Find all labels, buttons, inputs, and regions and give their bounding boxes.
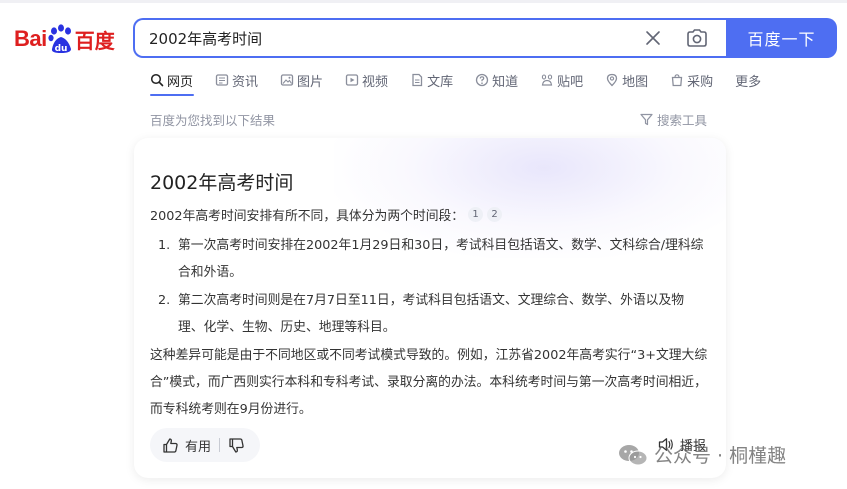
intro-text: 2002年高考时间安排有所不同，具体分为两个时间段： bbox=[150, 209, 465, 224]
wechat-watermark: 公众号 · 桐槿趣 bbox=[618, 441, 786, 468]
tab-tieba[interactable]: 贴吧 bbox=[540, 68, 583, 92]
paw-icon: du bbox=[48, 24, 74, 54]
search-icon bbox=[150, 73, 164, 87]
watermark-text: 公众号 · 桐槿趣 bbox=[654, 445, 787, 467]
feedback-bar: 有用 bbox=[150, 428, 260, 462]
tab-label: 更多 bbox=[735, 74, 762, 90]
not-useful-button[interactable] bbox=[228, 437, 245, 454]
search-tools-button[interactable]: 搜索工具 bbox=[640, 110, 707, 129]
wechat-icon bbox=[619, 444, 648, 465]
result-count-hint: 百度为您找到以下结果 bbox=[150, 113, 276, 128]
tab-label: 文库 bbox=[427, 74, 454, 90]
tab-images[interactable]: 图片 bbox=[280, 68, 323, 92]
tab-label: 网页 bbox=[167, 74, 194, 90]
baidu-logo[interactable]: Bai du 百度 bbox=[14, 22, 115, 56]
logo-text-bai: Bai bbox=[14, 26, 47, 51]
thumbs-down-icon bbox=[229, 437, 244, 453]
tab-wenku[interactable]: 文库 bbox=[410, 68, 453, 92]
shopping-icon bbox=[670, 73, 684, 87]
tab-label: 采购 bbox=[687, 74, 714, 90]
answer-title: 2002年高考时间 bbox=[150, 172, 294, 194]
divider bbox=[219, 438, 221, 452]
tab-label: 资讯 bbox=[232, 74, 259, 90]
close-icon[interactable] bbox=[643, 28, 663, 48]
useful-label: 有用 bbox=[185, 439, 212, 455]
list-text: 第二次高考时间则是在7月7日至11日，考试科目包括语文、文理综合、数学、外语以及… bbox=[178, 293, 685, 335]
search-tabs: 网页 资讯 图片 视频 文库 知道 贴吧 地图 采购 更多 bbox=[150, 68, 783, 96]
image-icon bbox=[280, 73, 294, 87]
list-item: 1. 第一次高考时间安排在2002年1月29日和30日，考试科目包括语文、数学、… bbox=[150, 232, 710, 286]
tab-label: 地图 bbox=[622, 74, 649, 90]
tab-purchase[interactable]: 采购 bbox=[670, 68, 713, 92]
search-button[interactable]: 百度一下 bbox=[726, 18, 837, 58]
tab-web[interactable]: 网页 bbox=[150, 68, 193, 92]
tab-zhidao[interactable]: 知道 bbox=[475, 68, 518, 92]
thumbs-up-icon bbox=[163, 437, 178, 453]
list-number: 1. bbox=[158, 238, 171, 253]
top-border bbox=[0, 0, 847, 3]
answer-intro: 2002年高考时间安排有所不同，具体分为两个时间段： 1 2 bbox=[150, 205, 503, 224]
svg-text:du: du bbox=[54, 44, 67, 54]
citation-badge[interactable]: 2 bbox=[487, 207, 503, 222]
video-icon bbox=[345, 73, 359, 87]
camera-icon[interactable] bbox=[685, 27, 709, 49]
tieba-icon bbox=[540, 73, 554, 87]
question-icon bbox=[475, 73, 489, 87]
search-input[interactable] bbox=[149, 27, 629, 49]
tab-map[interactable]: 地图 bbox=[605, 68, 648, 92]
answer-card: 2002年高考时间 2002年高考时间安排有所不同，具体分为两个时间段： 1 2… bbox=[134, 138, 726, 478]
filter-icon bbox=[640, 113, 653, 126]
search-box bbox=[133, 18, 727, 58]
active-tab-indicator bbox=[150, 94, 194, 96]
news-icon bbox=[215, 73, 229, 87]
list-item: 2. 第二次高考时间则是在7月7日至11日，考试科目包括语文、文理综合、数学、外… bbox=[150, 287, 710, 341]
tab-video[interactable]: 视频 bbox=[345, 68, 388, 92]
useful-button[interactable]: 有用 bbox=[162, 436, 211, 455]
tab-label: 视频 bbox=[362, 74, 389, 90]
answer-paragraph: 这种差异可能是由于不同地区或不同考试模式导致的。例如，江苏省2002年高考实行“… bbox=[150, 348, 708, 417]
tab-news[interactable]: 资讯 bbox=[215, 68, 258, 92]
tab-more[interactable]: 更多 bbox=[735, 68, 761, 92]
answer-list: 1. 第一次高考时间安排在2002年1月29日和30日，考试科目包括语文、数学、… bbox=[150, 232, 710, 342]
document-icon bbox=[410, 73, 424, 87]
tab-label: 贴吧 bbox=[557, 74, 584, 90]
tab-label: 知道 bbox=[492, 74, 519, 90]
citation-badge[interactable]: 1 bbox=[468, 207, 484, 222]
map-icon bbox=[605, 73, 619, 87]
list-text: 第一次高考时间安排在2002年1月29日和30日，考试科目包括语文、数学、文科综… bbox=[178, 238, 704, 280]
list-number: 2. bbox=[158, 293, 171, 308]
search-tools-label: 搜索工具 bbox=[657, 113, 708, 128]
tab-label: 图片 bbox=[297, 74, 324, 90]
logo-text-du: 百度 bbox=[74, 28, 115, 53]
